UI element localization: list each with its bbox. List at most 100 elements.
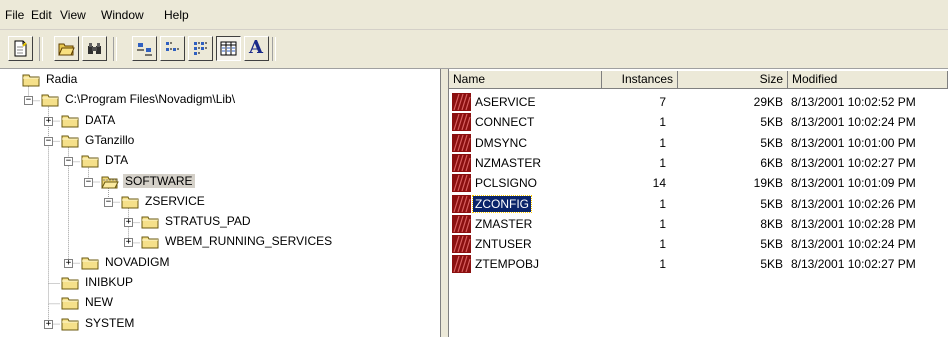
row-name: ZNTUSER [475, 237, 532, 252]
folder-icon [61, 276, 79, 290]
tree-item[interactable]: + NOVADIGM [0, 254, 440, 272]
tree-item[interactable]: + DATA [0, 112, 440, 130]
pane-splitter[interactable] [441, 69, 449, 337]
radia-object-icon [452, 255, 471, 274]
collapse-toggle[interactable]: − [104, 197, 113, 207]
radia-object-icon [452, 174, 471, 193]
row-size: 5KB [760, 135, 783, 150]
row-instances: 1 [659, 216, 666, 231]
list-row[interactable]: NZMASTER 1 6KB 8/13/2001 10:02:27 PM [449, 153, 948, 173]
row-modified: 8/13/2001 10:01:09 PM [791, 176, 916, 191]
radia-object-icon [452, 113, 471, 132]
row-modified: 8/13/2001 10:01:00 PM [791, 135, 916, 150]
folder-icon [81, 154, 99, 168]
small-buttons-view-icon[interactable] [160, 36, 185, 61]
tree-item[interactable]: + SYSTEM [0, 315, 440, 333]
tree-item[interactable]: NEW [0, 294, 440, 312]
expand-toggle[interactable]: + [44, 319, 53, 329]
menu-help[interactable]: Help [164, 8, 189, 22]
row-modified: 8/13/2001 10:02:27 PM [791, 257, 916, 272]
new-document-button[interactable] [8, 36, 33, 61]
tree-item[interactable]: − DTA [0, 152, 440, 170]
plus-icon: + [125, 217, 132, 228]
tree-item-label: DATA [85, 112, 116, 127]
list-row[interactable]: CONNECT 1 5KB 8/13/2001 10:02:24 PM [449, 112, 948, 132]
column-header-name[interactable]: Name [449, 71, 602, 89]
tree-item-label: C:\Program Files\Novadigm\Lib\ [65, 92, 236, 107]
font-icon: A [249, 37, 263, 58]
collapse-toggle[interactable]: − [64, 156, 73, 167]
font-button[interactable]: A [244, 36, 269, 61]
list-row[interactable]: ZMASTER 1 8KB 8/13/2001 10:02:28 PM [449, 214, 948, 234]
tree-item[interactable]: Radia [0, 71, 440, 89]
expand-toggle[interactable]: + [124, 217, 133, 228]
plus-icon: + [65, 257, 72, 268]
menu-file[interactable]: File [5, 8, 24, 22]
tree-item[interactable]: − C:\Program Files\Novadigm\Lib\ [0, 91, 440, 109]
tree-pane[interactable]: Radia − C:\Program Files\Novadigm\Lib\ + DAT… [0, 69, 441, 337]
row-name: ZMASTER [475, 216, 533, 231]
folder-open-icon [101, 175, 119, 189]
list-row[interactable]: ASERVICE 7 29KB 8/13/2001 10:02:52 PM [449, 92, 948, 112]
row-name: ASERVICE [475, 95, 536, 109]
row-instances: 1 [659, 237, 666, 252]
tree-item[interactable]: − ZSERVICE [0, 193, 440, 211]
minus-icon: − [25, 95, 32, 106]
tree-item-label: GTanzillo [85, 132, 135, 147]
list-row[interactable]: DMSYNC 1 5KB 8/13/2001 10:01:00 PM [449, 133, 948, 153]
details-view-button[interactable] [216, 36, 241, 61]
list-pane[interactable]: Name Instances Size Modified ASERVICE 7 29… [449, 69, 948, 337]
collapse-toggle[interactable]: − [84, 176, 93, 187]
minus-icon: − [65, 156, 72, 167]
row-size: 5KB [760, 115, 783, 130]
column-header-instances[interactable]: Instances [602, 71, 678, 89]
folder-icon [141, 215, 159, 229]
list-row[interactable]: ZCONFIG 1 5KB 8/13/2001 10:02:26 PM [449, 194, 948, 214]
row-name: ZTEMPOBJ [475, 257, 540, 272]
collapse-toggle[interactable]: − [24, 95, 33, 106]
folder-icon [41, 93, 59, 107]
minus-icon: − [85, 176, 92, 187]
find-binoculars-button[interactable] [82, 36, 107, 61]
expand-toggle[interactable]: + [44, 116, 53, 126]
tree-item-label: Radia [46, 72, 78, 86]
list-row[interactable]: ZNTUSER 1 5KB 8/13/2001 10:02:24 PM [449, 234, 948, 254]
folder-icon [61, 296, 79, 310]
row-modified: 8/13/2001 10:02:24 PM [791, 115, 916, 130]
folder-icon [81, 256, 99, 270]
collapse-toggle[interactable]: − [44, 136, 53, 146]
expand-toggle[interactable]: + [64, 257, 73, 268]
row-instances: 1 [659, 257, 666, 272]
folder-icon [22, 73, 40, 87]
menu-edit[interactable]: Edit [31, 8, 52, 22]
toolbar-separator [39, 37, 43, 61]
list-view-button[interactable] [188, 36, 213, 61]
row-size: 5KB [760, 237, 783, 252]
menu-view[interactable]: View [60, 8, 86, 22]
expand-toggle[interactable]: + [124, 238, 133, 248]
column-header-size[interactable]: Size [678, 71, 788, 89]
column-header-modified[interactable]: Modified [788, 71, 948, 89]
radia-object-icon [452, 214, 471, 233]
tree-item[interactable]: + STRATUS_PAD [0, 213, 440, 231]
large-buttons-view-icon[interactable] [132, 36, 157, 61]
row-modified: 8/13/2001 10:02:24 PM [791, 237, 916, 252]
tree-item[interactable]: − GTanzillo [0, 132, 440, 150]
menu-window[interactable]: Window [101, 8, 144, 22]
row-instances: 14 [652, 176, 666, 191]
tree-item[interactable]: INIBKUP [0, 274, 440, 292]
open-folder-button[interactable] [54, 36, 79, 61]
tree-item[interactable]: + WBEM_RUNNING_SERVICES [0, 233, 440, 251]
tree-item-label: SOFTWARE [123, 173, 195, 188]
list-row[interactable]: ZTEMPOBJ 1 5KB 8/13/2001 10:02:27 PM [449, 254, 948, 274]
tree-item[interactable]: − SOFTWARE [0, 173, 440, 191]
row-size: 6KB [760, 155, 783, 170]
radia-object-icon [452, 153, 471, 172]
list-row[interactable]: PCLSIGNO 14 19KB 8/13/2001 10:01:09 PM [449, 173, 948, 193]
radia-object-icon [452, 235, 471, 254]
toolbar-separator [272, 37, 276, 61]
row-name: PCLSIGNO [475, 176, 538, 191]
menu-bar: File Edit View Window Help [0, 0, 948, 30]
radia-object-icon [452, 194, 471, 213]
tree-item-label: STRATUS_PAD [165, 214, 251, 229]
